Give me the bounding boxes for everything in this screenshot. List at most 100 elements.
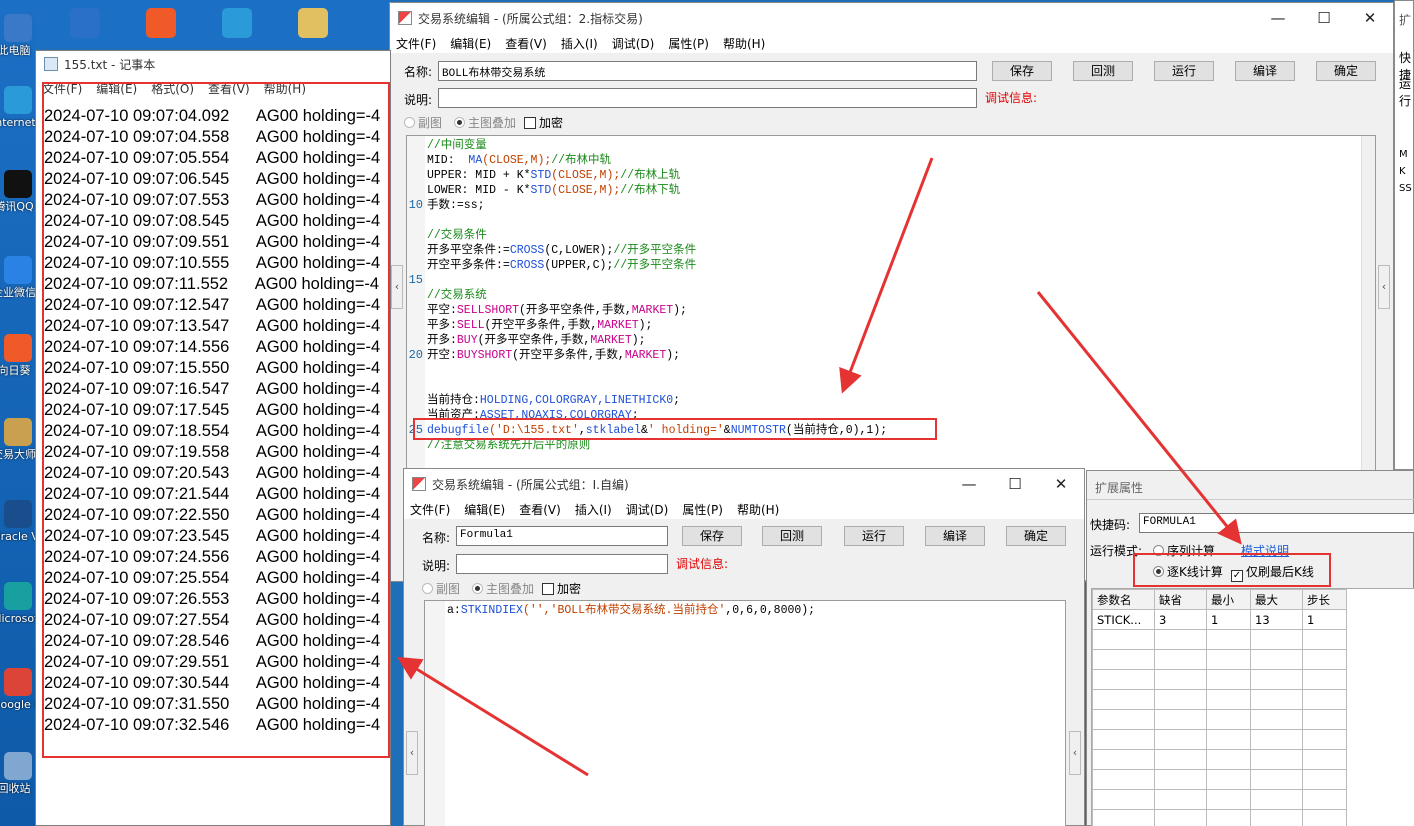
desc-input[interactable] xyxy=(456,554,668,574)
menu-item[interactable]: 属性(P) xyxy=(668,35,709,52)
menu-item[interactable]: 查看(V) xyxy=(519,501,561,518)
minimize-button[interactable]: — xyxy=(946,469,992,499)
desktop-icon[interactable]: Internet Explorer xyxy=(0,86,36,130)
menu-item[interactable]: 帮助(H) xyxy=(723,35,765,52)
action-button[interactable]: 编译 xyxy=(925,526,985,546)
menu-item[interactable]: 属性(P) xyxy=(682,501,723,518)
desktop-icon[interactable]: Google Chrome xyxy=(0,668,36,712)
action-button[interactable]: 运行 xyxy=(1154,61,1214,81)
radio-sub-chart[interactable] xyxy=(422,583,433,594)
param-cell-empty xyxy=(1302,729,1347,750)
desktop-icon[interactable]: 此电脑 xyxy=(0,14,36,58)
desktop-icon[interactable]: 向日葵 xyxy=(0,334,36,378)
param-header: 最大 xyxy=(1250,589,1303,610)
maximize-button[interactable]: ☐ xyxy=(1301,3,1347,33)
param-row-empty xyxy=(1092,729,1347,750)
code-token: //中间变量 xyxy=(427,139,487,152)
line-number: 15 xyxy=(408,273,423,287)
desktop-icon-label: 腾讯QQ xyxy=(0,200,34,213)
code-line: LOWER: MID - K*STD(CLOSE,M);//布林下轨 xyxy=(427,183,887,198)
param-cell-empty xyxy=(1250,649,1303,670)
param-row-empty xyxy=(1092,669,1347,690)
param-cell-empty xyxy=(1206,789,1251,810)
desktop-icon[interactable]: 腾讯QQ xyxy=(0,170,36,214)
desktop-icon[interactable]: 企业微信 xyxy=(0,256,36,300)
menu-item[interactable]: 查看(V) xyxy=(505,35,547,52)
code-token: (开多平空条件,手数, xyxy=(477,334,591,347)
param-cell[interactable]: 3 xyxy=(1154,609,1207,630)
encrypt-checkbox[interactable] xyxy=(524,116,537,129)
close-button[interactable]: ✕ xyxy=(1038,469,1084,499)
desktop-icon[interactable]: 回收站 xyxy=(0,752,36,796)
menu-item[interactable]: 帮助(H) xyxy=(737,501,779,518)
collapse-left-icon[interactable]: ‹ xyxy=(406,731,418,775)
action-button[interactable]: 回测 xyxy=(1073,61,1133,81)
param-cell-empty xyxy=(1302,689,1347,710)
formula-editor-window-secondary: 交易系统编辑 - (所属公式组：I.自编) — ☐ ✕ 文件(F) 编辑(E) 查看… xyxy=(403,468,1085,826)
param-cell-empty xyxy=(1206,669,1251,690)
collapse-right-icon[interactable]: ‹ xyxy=(1378,265,1390,309)
menu-item[interactable]: 文件(F) xyxy=(396,35,436,52)
action-button[interactable]: 运行 xyxy=(844,526,904,546)
code-token: MA xyxy=(468,154,483,167)
menu-item[interactable]: 插入(I) xyxy=(561,35,598,52)
virtualbox-icon xyxy=(4,500,32,528)
code-token: //布林上轨 xyxy=(620,169,681,182)
bg-window-mode-label: 运行 xyxy=(1399,77,1412,108)
param-cell[interactable]: STICK... xyxy=(1092,609,1155,630)
param-cell-empty xyxy=(1206,769,1251,790)
param-row[interactable]: STICK... 3 1 13 1 xyxy=(1092,609,1347,630)
minimize-button[interactable]: — xyxy=(1255,3,1301,33)
param-cell-empty xyxy=(1092,709,1155,730)
param-cell[interactable]: 13 xyxy=(1250,609,1303,630)
code-token: (CLOSE,M); xyxy=(551,184,621,197)
menu-item[interactable]: 插入(I) xyxy=(575,501,612,518)
menu-item[interactable]: 编辑(E) xyxy=(464,501,505,518)
param-table: 参数名 缺省 最小 最大 步长 STICK... 3 1 13 1 xyxy=(1091,588,1414,826)
param-cell[interactable]: 1 xyxy=(1302,609,1347,630)
param-row-empty xyxy=(1092,789,1347,810)
code-token: ('','BOLL布林带交易系统.当前持仓' xyxy=(522,604,726,617)
name-input[interactable]: Formula1 xyxy=(456,526,668,546)
debug-info-label: 调试信息: xyxy=(676,557,729,571)
shortcut-input[interactable]: FORMULA1 xyxy=(1139,513,1414,533)
video-app-icon[interactable] xyxy=(146,8,176,38)
menu-item[interactable]: 调试(D) xyxy=(612,35,655,52)
radio-main-overlay[interactable] xyxy=(454,117,466,128)
collapse-left-icon[interactable]: ‹ xyxy=(391,265,403,309)
code-line: a:STKINDIEX('','BOLL布林带交易系统.当前持仓',0,6,0,… xyxy=(447,603,815,618)
name-input[interactable]: BOLL布林带交易系统 xyxy=(438,61,977,81)
desktop-icon-column: 此电脑 Internet Explorer 腾讯QQ 企业微信向日葵交易大师 Oracl… xyxy=(0,0,36,826)
param-cell[interactable]: 1 xyxy=(1206,609,1251,630)
param-cell-empty xyxy=(1250,789,1303,810)
action-button[interactable]: 编译 xyxy=(1235,61,1295,81)
pen-app-icon[interactable] xyxy=(70,8,100,38)
desktop-icon[interactable]: 交易大师 xyxy=(0,418,36,462)
menu-item[interactable]: 调试(D) xyxy=(626,501,669,518)
code-editor-secondary[interactable]: a:STKINDIEX('','BOLL布林带交易系统.当前持仓',0,6,0,… xyxy=(424,600,1066,826)
folder-icon[interactable] xyxy=(298,8,328,38)
desktop-icon[interactable]: Microsoft Edge xyxy=(0,582,36,626)
code-token: MARKET xyxy=(624,349,667,362)
action-button[interactable]: 确定 xyxy=(1006,526,1066,546)
t-app-icon[interactable] xyxy=(222,8,252,38)
param-cell-empty xyxy=(1302,769,1347,790)
action-button[interactable]: 回测 xyxy=(762,526,822,546)
action-button[interactable]: 保存 xyxy=(682,526,742,546)
code-token: //开多平空条件 xyxy=(613,244,697,257)
param-cell-empty xyxy=(1206,809,1251,826)
close-button[interactable]: ✕ xyxy=(1347,3,1393,33)
radio-main-overlay[interactable] xyxy=(472,583,484,594)
encrypt-checkbox[interactable] xyxy=(542,582,555,595)
action-button[interactable]: 确定 xyxy=(1316,61,1376,81)
radio-sub-chart[interactable] xyxy=(404,117,415,128)
collapse-right-icon[interactable]: ‹ xyxy=(1069,731,1081,775)
desktop-icon[interactable]: Oracle VM VirtualBox xyxy=(0,500,36,544)
menu-item[interactable]: 编辑(E) xyxy=(450,35,491,52)
menu-item[interactable]: 文件(F) xyxy=(410,501,450,518)
maximize-button[interactable]: ☐ xyxy=(992,469,1038,499)
desc-input[interactable] xyxy=(438,88,977,108)
param-cell-empty xyxy=(1154,809,1207,826)
action-button[interactable]: 保存 xyxy=(992,61,1052,81)
code-lines: //中间变量 MID: MA(CLOSE,M);//布林中轨 UPPER: MID … xyxy=(427,138,887,453)
